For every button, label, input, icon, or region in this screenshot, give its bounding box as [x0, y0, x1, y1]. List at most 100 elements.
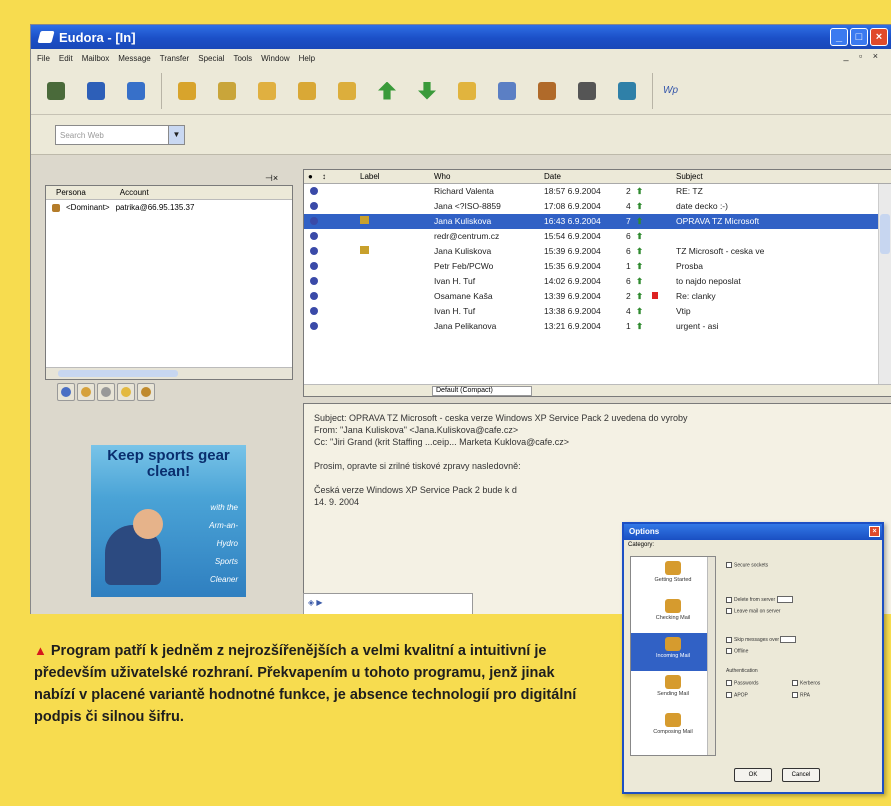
- status-field[interactable]: ◈ ▶: [303, 593, 473, 614]
- menu-window[interactable]: Window: [261, 54, 289, 63]
- category-item[interactable]: Sending Mail: [631, 671, 715, 709]
- address-book-icon[interactable]: [532, 76, 562, 106]
- status-column-icon[interactable]: ●: [308, 172, 313, 181]
- message-row[interactable]: Ivan H. Tuf 13:38 6.9.2004 4 ⬆ Vtip: [304, 304, 891, 319]
- toolbar-separator: [652, 72, 653, 109]
- mail-status-icon: [310, 307, 318, 315]
- message-row[interactable]: Ivan H. Tuf 14:02 6.9.2004 6 ⬆ to najdo nepo…: [304, 274, 891, 289]
- mdi-controls[interactable]: _ ▫ ×: [844, 51, 882, 61]
- column-who[interactable]: Who: [434, 172, 450, 181]
- tab-signatures[interactable]: [117, 383, 135, 401]
- persona-name: <Dominant>: [66, 203, 110, 212]
- message-row[interactable]: Jana Kuliskova 15:39 6.9.2004 6 ⬆ TZ Microso…: [304, 244, 891, 259]
- chevron-down-icon[interactable]: ▼: [168, 126, 184, 144]
- tab-mailboxes[interactable]: [57, 383, 75, 401]
- attach-icon[interactable]: [452, 76, 482, 106]
- option-row[interactable]: Skip messages over: [726, 636, 797, 643]
- mail-status-icon: [310, 277, 318, 285]
- option-radio[interactable]: RPA: [792, 692, 810, 698]
- next-icon[interactable]: [412, 76, 442, 106]
- search-web-text: Search Web: [60, 131, 104, 140]
- option-row[interactable]: Secure sockets: [726, 562, 768, 568]
- priority-column-icon[interactable]: ↕: [322, 172, 326, 181]
- column-label[interactable]: Label: [360, 172, 380, 181]
- message-row[interactable]: Jana Pelikanova 13:21 6.9.2004 1 ⬆ urgent - …: [304, 319, 891, 334]
- view-selector[interactable]: Default (Compact): [432, 386, 532, 396]
- category-icon: [665, 637, 681, 651]
- option-row[interactable]: Delete from server: [726, 596, 793, 603]
- forward-icon[interactable]: [332, 76, 362, 106]
- menu-tools[interactable]: Tools: [233, 54, 252, 63]
- column-subject[interactable]: Subject: [676, 172, 703, 181]
- reply-icon[interactable]: [252, 76, 282, 106]
- search-web-combo[interactable]: Search Web ▼: [55, 125, 185, 145]
- fetch-mail-icon[interactable]: [81, 76, 111, 106]
- column-persona[interactable]: Persona: [56, 188, 86, 197]
- compose-icon[interactable]: [212, 76, 242, 106]
- scroll-thumb[interactable]: [58, 370, 178, 377]
- option-radio[interactable]: Kerberos: [792, 680, 820, 686]
- column-account[interactable]: Account: [120, 188, 149, 197]
- option-radio[interactable]: APOP: [726, 692, 748, 698]
- close-button[interactable]: ×: [870, 28, 888, 46]
- ad-figure-head: [133, 509, 163, 539]
- message-row[interactable]: redr@centrum.cz 15:54 6.9.2004 6 ⬆: [304, 229, 891, 244]
- window-title: Eudora - [In]: [59, 29, 136, 45]
- search-icon[interactable]: [492, 76, 522, 106]
- category-item-selected[interactable]: Incoming Mail: [631, 633, 715, 671]
- dialog-titlebar: Options ×: [624, 524, 882, 540]
- persona-row[interactable]: <Dominant> patrika@66.95.135.37: [46, 200, 292, 215]
- trash-icon[interactable]: [41, 76, 71, 106]
- minimize-button[interactable]: _: [830, 28, 848, 46]
- menu-special[interactable]: Special: [198, 54, 224, 63]
- cancel-button[interactable]: Cancel: [782, 768, 820, 782]
- maximize-button[interactable]: □: [850, 28, 868, 46]
- message-row[interactable]: Jana Kuliskova 16:43 6.9.2004 7 ⬆ OPRAVA TZ …: [304, 214, 891, 229]
- menu-edit[interactable]: Edit: [59, 54, 73, 63]
- column-date[interactable]: Date: [544, 172, 561, 181]
- print-icon[interactable]: [572, 76, 602, 106]
- menu-file[interactable]: File: [37, 54, 50, 63]
- menu-transfer[interactable]: Transfer: [160, 54, 190, 63]
- message-subject: Vtip: [676, 306, 691, 316]
- ad-banner[interactable]: Keep sports gear clean! with the Arm-an-…: [91, 445, 246, 597]
- persona-account: patrika@66.95.135.37: [115, 203, 195, 212]
- mail-status-icon: [310, 247, 318, 255]
- ok-button[interactable]: OK: [734, 768, 772, 782]
- pin-icon[interactable]: ⊣×: [265, 173, 278, 184]
- tab-stationery[interactable]: [97, 383, 115, 401]
- category-item[interactable]: Checking Mail: [631, 595, 715, 633]
- vertical-scrollbar[interactable]: [878, 184, 891, 384]
- message-subject: OPRAVA TZ Microsoft: [676, 216, 760, 226]
- message-row[interactable]: Petr Feb/PCWo 15:35 6.9.2004 1 ⬆ Prosba: [304, 259, 891, 274]
- message-list: ● ↕ Label Who Date Subject Richard Valen…: [303, 169, 891, 397]
- category-icon: [665, 561, 681, 575]
- check-mail-icon[interactable]: [121, 76, 151, 106]
- option-row[interactable]: Offline: [726, 648, 748, 654]
- dialog-close-button[interactable]: ×: [869, 526, 880, 537]
- message-row[interactable]: Richard Valenta 18:57 6.9.2004 2 ⬆ RE: TZ: [304, 184, 891, 199]
- category-item[interactable]: Getting Started: [631, 557, 715, 595]
- tab-personas[interactable]: [137, 383, 155, 401]
- help-icon[interactable]: [612, 76, 642, 106]
- category-item[interactable]: Composing Mail: [631, 709, 715, 747]
- option-row[interactable]: Leave mail on server: [726, 608, 780, 614]
- tab-search[interactable]: [77, 383, 95, 401]
- message-row[interactable]: Jana <?ISO-8859 17:08 6.9.2004 4 ⬆ date deck…: [304, 199, 891, 214]
- category-scrollbar[interactable]: [707, 557, 715, 755]
- preview-body-line: 14. 9. 2004: [314, 497, 360, 507]
- caption-arrow-icon: ▲: [34, 643, 47, 658]
- message-size: 4: [626, 201, 631, 211]
- reply-all-icon[interactable]: [292, 76, 322, 106]
- horizontal-scrollbar[interactable]: [46, 367, 292, 379]
- prev-icon[interactable]: [372, 76, 402, 106]
- scroll-thumb[interactable]: [880, 214, 890, 254]
- option-radio[interactable]: Passwords: [726, 680, 758, 686]
- menu-help[interactable]: Help: [299, 54, 315, 63]
- message-row[interactable]: Osamane Kaša 13:39 6.9.2004 2 ⬆ Re: clanky: [304, 289, 891, 304]
- inbox-icon[interactable]: [172, 76, 202, 106]
- wp-logo[interactable]: Wp: [663, 85, 678, 96]
- menu-mailbox[interactable]: Mailbox: [82, 54, 110, 63]
- menu-message[interactable]: Message: [118, 54, 150, 63]
- preview-body-line: Česká verze Windows XP Service Pack 2 bu…: [314, 485, 517, 495]
